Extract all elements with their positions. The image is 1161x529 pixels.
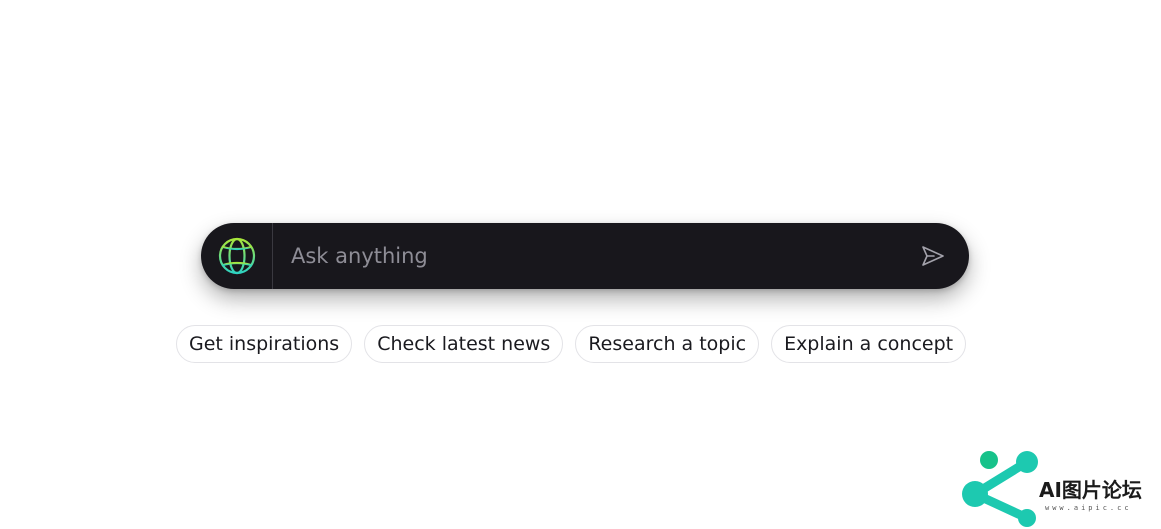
send-button[interactable]	[905, 223, 961, 289]
watermark: AI图片论坛 www.aipic.cc	[961, 450, 1157, 528]
suggestion-explain-a-concept[interactable]: Explain a concept	[771, 325, 967, 363]
suggestion-chips: Get inspirations Check latest news Resea…	[176, 325, 967, 363]
suggestion-research-a-topic[interactable]: Research a topic	[575, 325, 760, 363]
watermark-logo-icon	[962, 451, 1038, 527]
suggestion-check-latest-news[interactable]: Check latest news	[364, 325, 564, 363]
suggestion-get-inspirations[interactable]: Get inspirations	[176, 325, 353, 363]
watermark-title: AI图片论坛	[1039, 478, 1142, 502]
search-input[interactable]	[273, 223, 905, 289]
globe-icon	[218, 237, 255, 275]
search-bar	[201, 223, 969, 289]
globe-button[interactable]	[201, 223, 273, 289]
watermark-subtitle: www.aipic.cc	[1045, 504, 1132, 512]
paper-plane-icon	[922, 246, 944, 266]
